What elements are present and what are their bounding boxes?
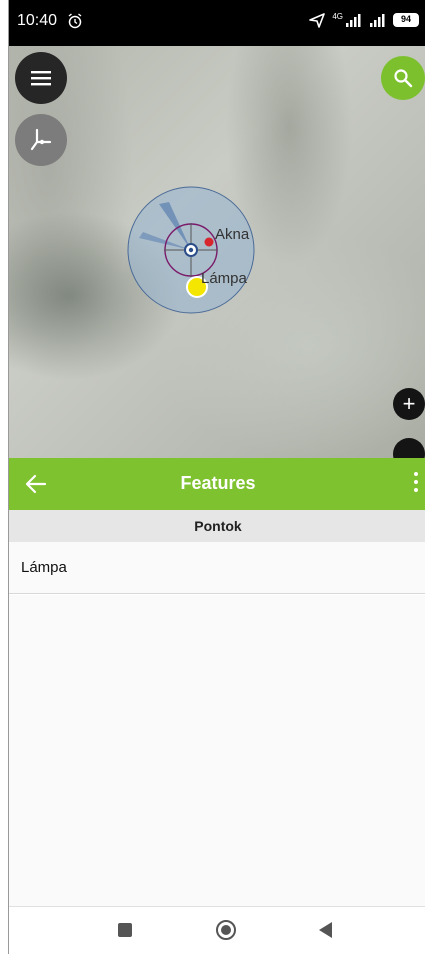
hamburger-menu-icon [31,71,51,86]
status-bar: 10:40 4G 94 [9,0,425,46]
location-overlay [127,186,255,314]
signal-icon [346,14,361,27]
measure-button[interactable] [15,114,67,166]
home-icon[interactable] [216,920,236,940]
signal-icon-2 [370,14,385,27]
section-header: Pontok [9,510,427,542]
screen-frame-left [0,0,9,954]
status-time: 10:40 [17,12,58,29]
map-label-akna: Akna [215,226,250,243]
search-button[interactable] [381,56,425,100]
features-app-bar: Features [9,458,427,510]
nav-back-icon[interactable] [319,922,332,938]
network-type: 4G [332,12,343,21]
recents-icon[interactable] [118,923,132,937]
alarm-icon [68,13,82,29]
battery-indicator: 94 [393,13,419,27]
status-icons: 4G 94 [308,12,419,28]
feature-list-item[interactable]: Lámpa [9,542,427,594]
location-arrow-icon [309,13,326,28]
crosshair-icon [30,128,52,151]
map-view[interactable]: Akna Lámpa + [9,46,425,458]
panel-title: Features [180,473,256,493]
system-nav-bar [9,906,427,954]
map-label-lampa: Lámpa [201,270,247,287]
zoom-in-button[interactable]: + [393,388,425,420]
search-icon [394,69,413,88]
overflow-menu-icon[interactable] [413,472,419,496]
plus-icon: + [402,391,416,416]
menu-button[interactable] [15,52,67,104]
feature-list-empty-area [9,595,427,906]
